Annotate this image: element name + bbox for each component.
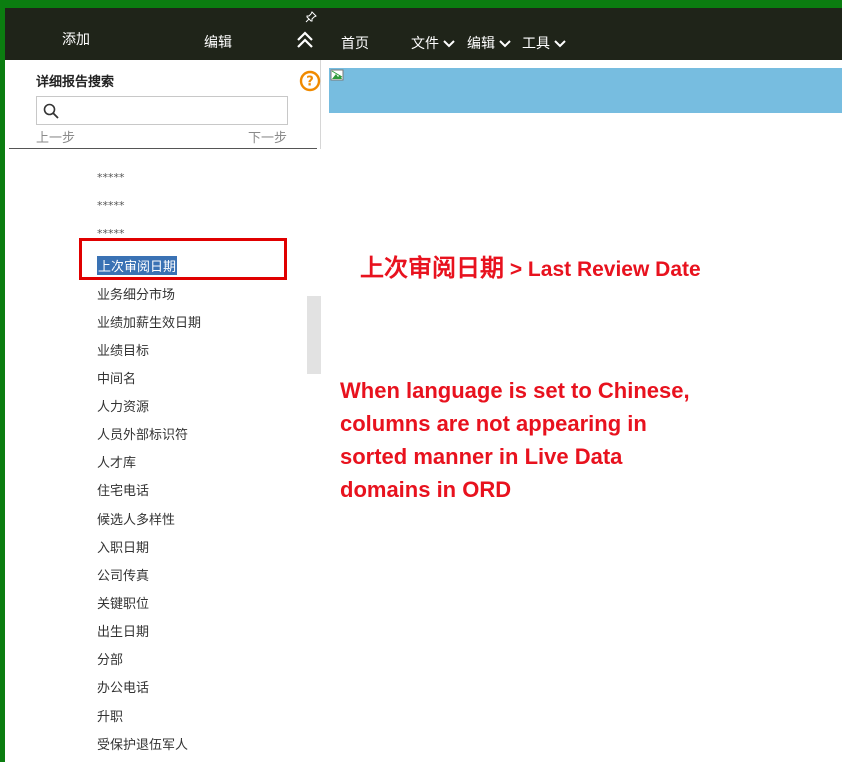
field-list-item[interactable]: 候选人多样性	[97, 509, 175, 528]
annotation-line: columns are not appearing in	[340, 411, 647, 436]
left-panel-header: 添加 编辑	[5, 8, 321, 60]
annotation-title-en: > Last Review Date	[504, 258, 701, 281]
menu-edit[interactable]: 编辑	[467, 33, 511, 53]
search-label: 详细报告搜索	[36, 75, 115, 90]
field-list-item[interactable]: 出生日期	[97, 621, 149, 640]
top-menu-bar: 首页 文件 编辑 工具	[321, 8, 842, 60]
field-list-item[interactable]: 受保护退伍军人	[97, 734, 188, 753]
field-list-item[interactable]: 住宅电话	[97, 480, 149, 499]
menu-tools[interactable]: 工具	[522, 33, 566, 53]
menu-file-label: 文件	[411, 36, 439, 52]
annotation-line: When language is set to Chinese,	[340, 378, 690, 403]
field-list-item[interactable]: 分部	[97, 649, 123, 668]
field-list: ***** ***** ***** 上次审阅日期 业务细分市场业绩加薪生效日期 业绩目标中…	[5, 161, 307, 762]
annotation-line: sorted manner in Live Data	[340, 444, 623, 469]
annotation-line: domains in ORD	[340, 477, 512, 502]
scrollbar-track[interactable]	[307, 149, 321, 762]
annotation-body: When language is set to Chinese, columns…	[340, 374, 740, 506]
field-list-item[interactable]: 升职	[97, 706, 123, 725]
annotation-title: 上次审阅日期 > Last Review Date	[360, 248, 701, 283]
field-list-item[interactable]: 关键职位	[97, 593, 149, 612]
field-list-item[interactable]: *****	[97, 199, 125, 212]
field-list-item[interactable]: 人才库	[97, 452, 136, 471]
divider	[9, 148, 317, 149]
chevron-down-icon	[443, 40, 455, 48]
field-list-item[interactable]: 公司传真	[97, 565, 149, 584]
field-list-item[interactable]: 人力资源	[97, 396, 149, 415]
field-list-item[interactable]: 办公电话	[97, 677, 149, 696]
main-area: 首页 文件 编辑 工具 上次审阅日期 > Last Review Date Wh…	[321, 8, 842, 762]
field-list-item[interactable]: 业绩目标	[97, 340, 149, 359]
left-panel: 添加 编辑 详细报告搜索 ? 上一步 下一步 ***** ***** *****…	[5, 8, 321, 762]
pin-icon[interactable]	[305, 11, 317, 23]
search-icon	[43, 103, 59, 119]
tab-edit[interactable]: 编辑	[204, 32, 232, 52]
search-box	[36, 96, 288, 125]
field-list-item[interactable]: 业绩加薪生效日期	[97, 312, 201, 331]
annotation-title-zh: 上次审阅日期	[360, 255, 504, 282]
field-list-item[interactable]: *****	[97, 171, 125, 184]
collapse-up-icon[interactable]	[295, 30, 315, 50]
field-list-item[interactable]: 中间名	[97, 368, 136, 387]
menu-file[interactable]: 文件	[411, 33, 455, 53]
next-step-link[interactable]: 下一步	[248, 127, 287, 146]
menu-home-label: 首页	[341, 36, 369, 52]
field-list-item[interactable]: 人员外部标识符	[97, 424, 188, 443]
svg-text:?: ?	[306, 75, 314, 90]
chevron-down-icon	[499, 40, 511, 48]
search-input[interactable]	[65, 101, 283, 121]
field-list-item[interactable]: 上次审阅日期	[97, 256, 178, 275]
broken-image-icon	[330, 69, 344, 81]
menu-tools-label: 工具	[522, 36, 550, 52]
chevron-down-icon	[554, 40, 566, 48]
report-header-band	[329, 68, 842, 113]
field-list-item[interactable]: *****	[97, 227, 125, 240]
field-list-item[interactable]: 业务细分市场	[97, 284, 175, 303]
menu-home[interactable]: 首页	[341, 33, 369, 53]
scrollbar-thumb[interactable]	[307, 296, 321, 374]
menu-edit-label: 编辑	[467, 36, 495, 52]
app-frame: 添加 编辑 详细报告搜索 ? 上一步 下一步 ***** ***** *****…	[5, 8, 842, 762]
tab-add[interactable]: 添加	[62, 29, 90, 49]
field-list-item[interactable]: 入职日期	[97, 537, 149, 556]
prev-step-link[interactable]: 上一步	[36, 127, 75, 146]
help-icon[interactable]: ?	[299, 70, 321, 92]
